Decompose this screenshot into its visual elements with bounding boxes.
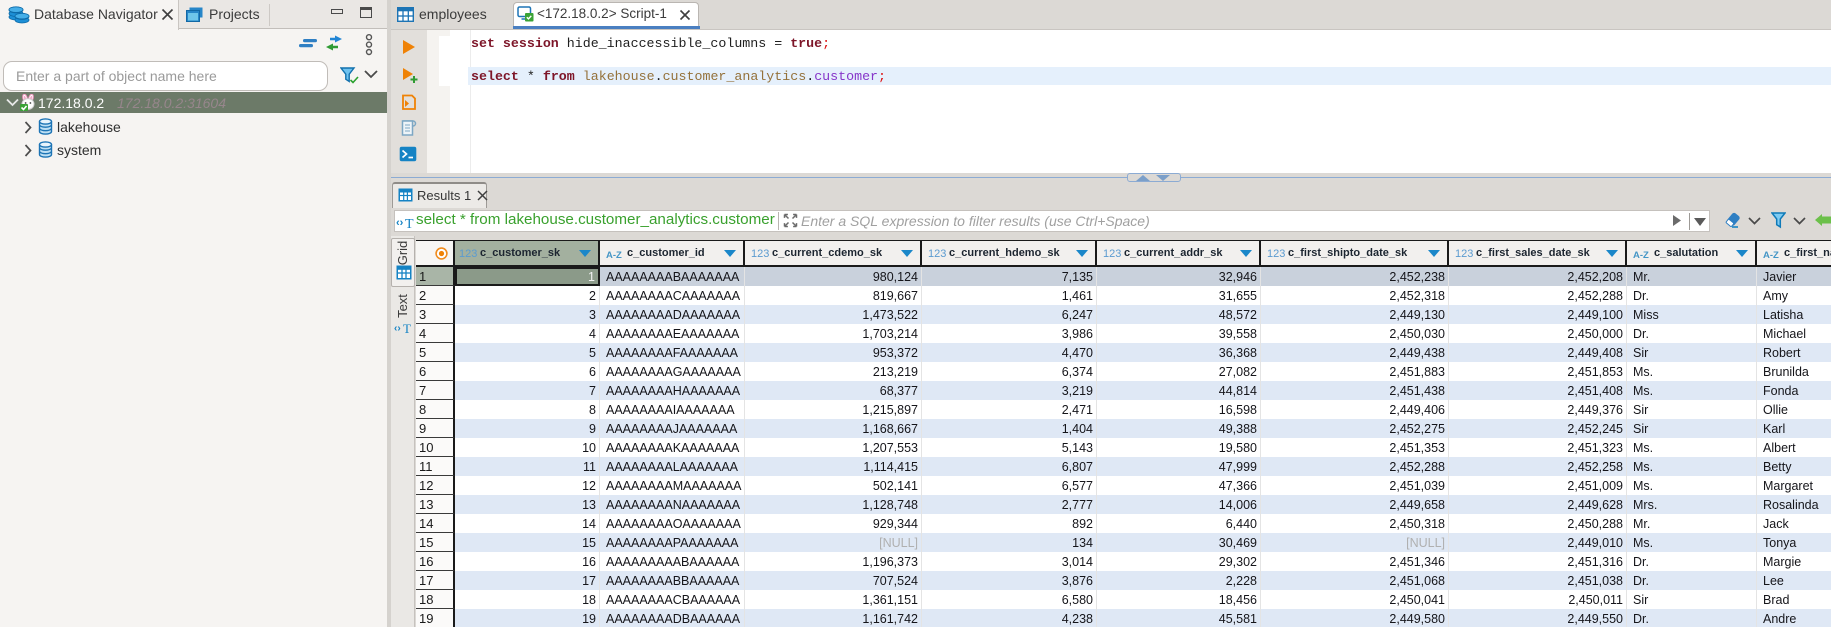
svg-text:‹›: ‹› [396, 217, 404, 229]
svg-text:T: T [405, 217, 414, 230]
svg-text:T: T [403, 321, 411, 335]
svg-text:‹›: ‹› [394, 323, 401, 334]
